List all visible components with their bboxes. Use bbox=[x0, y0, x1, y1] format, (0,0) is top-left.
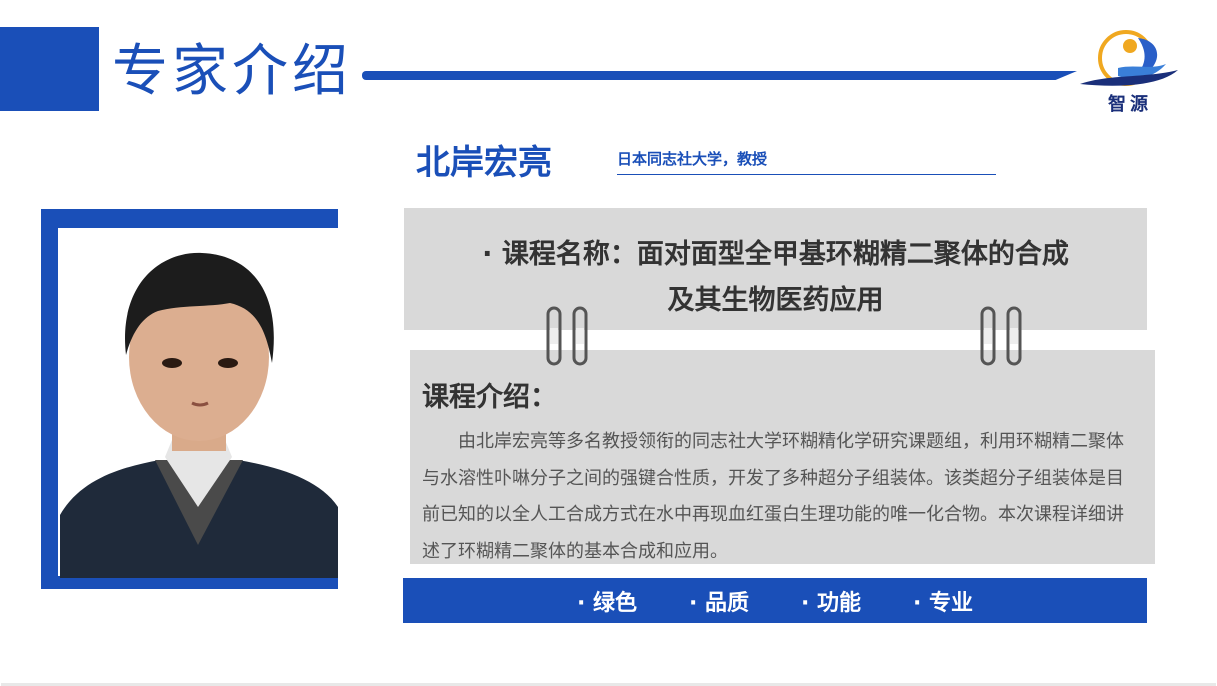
course-title-line1: · 课程名称：面对面型全甲基环糊精二聚体的合成 bbox=[482, 239, 1069, 270]
tag-quality: · 品质 bbox=[688, 590, 749, 616]
expert-affiliation: 日本同志社大学，教授 bbox=[617, 150, 768, 168]
binder-rings-right-icon bbox=[980, 306, 1022, 366]
expert-photo bbox=[60, 245, 338, 578]
tag-function: · 功能 bbox=[801, 590, 862, 616]
title-underline bbox=[362, 71, 1077, 80]
affiliation-underline bbox=[617, 174, 996, 175]
course-intro-text: 由北岸宏亮等多名教授领衔的同志社大学环糊精化学研究课题组，利用环糊精二聚体与水溶… bbox=[422, 431, 1124, 562]
tag-professional: · 专业 bbox=[913, 590, 974, 616]
binder-rings-left-icon bbox=[546, 306, 588, 366]
logo-text: 智源 bbox=[1108, 94, 1152, 115]
title-accent-block bbox=[0, 27, 99, 111]
tag-list: · 绿色 · 品质 · 功能 · 专业 bbox=[403, 578, 1147, 623]
course-title-line2: 及其生物医药应用 bbox=[667, 285, 884, 316]
course-intro-heading: 课程介绍： bbox=[422, 382, 557, 413]
page-title: 专家介绍 bbox=[112, 39, 352, 104]
expert-name: 北岸宏亮 bbox=[416, 143, 552, 183]
tag-green: · 绿色 bbox=[576, 590, 637, 616]
course-title: · 课程名称：面对面型全甲基环糊精二聚体的合成 及其生物医药应用 bbox=[404, 232, 1147, 324]
